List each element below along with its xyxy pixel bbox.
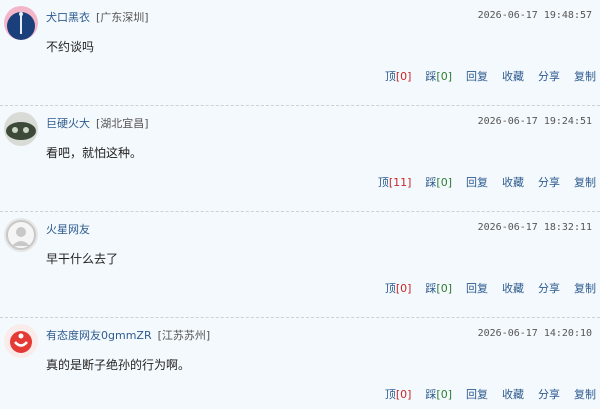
comment-content: 真的是断子绝孙的行为啊。: [46, 358, 191, 372]
comment-actions: 顶[0] 踩[0] 回复 收藏 分享 复制: [371, 386, 596, 402]
user-line: 火星网友: [46, 221, 96, 237]
upvote-count: [11]: [388, 176, 412, 189]
downvote-count: [0]: [436, 70, 452, 83]
comment-content: 看吧，就怕这种。: [46, 146, 143, 160]
upvote-count: [0]: [395, 70, 412, 83]
collect-button[interactable]: 收藏: [502, 386, 524, 402]
downvote-button[interactable]: 踩[0]: [425, 68, 452, 84]
comment-content: 不约谈吗: [46, 40, 95, 54]
photo-avatar-icon[interactable]: [4, 112, 38, 146]
default-user-avatar-icon[interactable]: [4, 218, 38, 252]
collect-button[interactable]: 收藏: [502, 174, 524, 190]
fisher-avatar-icon[interactable]: [4, 6, 38, 40]
comment-time: 2026-06-17 14:20:10: [477, 328, 592, 339]
user-line: 犬口黑衣 [广东深圳]: [46, 9, 149, 25]
downvote-button[interactable]: 踩[0]: [425, 280, 452, 296]
downvote-count: [0]: [436, 282, 452, 295]
reply-button[interactable]: 回复: [466, 174, 488, 190]
username-link[interactable]: 巨硬火大: [46, 117, 90, 130]
upvote-button[interactable]: 顶[0]: [385, 68, 412, 84]
user-line: 巨硬火大 [湖北宜昌]: [46, 115, 149, 131]
collect-button[interactable]: 收藏: [502, 280, 524, 296]
red-logo-avatar-icon[interactable]: [4, 324, 38, 358]
upvote-button[interactable]: 顶[0]: [385, 280, 412, 296]
share-button[interactable]: 分享: [538, 174, 560, 190]
comment-list: 犬口黑衣 [广东深圳] 2026-06-17 19:48:57 不约谈吗 顶[0]…: [0, 0, 600, 409]
comment-actions: 顶[0] 踩[0] 回复 收藏 分享 复制: [371, 68, 596, 84]
reply-button[interactable]: 回复: [466, 68, 488, 84]
copy-button[interactable]: 复制: [574, 280, 596, 296]
comment-item: 巨硬火大 [湖北宜昌] 2026-06-17 19:24:51 看吧，就怕这种。 …: [0, 106, 600, 212]
comment-time: 2026-06-17 19:24:51: [477, 116, 592, 127]
share-button[interactable]: 分享: [538, 280, 560, 296]
comment-time: 2026-06-17 19:48:57: [477, 10, 592, 21]
comment-actions: 顶[0] 踩[0] 回复 收藏 分享 复制: [371, 280, 596, 296]
username-link[interactable]: 犬口黑衣: [46, 11, 90, 24]
comment-time: 2026-06-17 18:32:11: [477, 222, 592, 233]
upvote-button[interactable]: 顶[11]: [378, 174, 412, 190]
share-button[interactable]: 分享: [538, 386, 560, 402]
user-location: [江苏苏州]: [157, 329, 211, 342]
comment-item: 犬口黑衣 [广东深圳] 2026-06-17 19:48:57 不约谈吗 顶[0]…: [0, 0, 600, 106]
copy-button[interactable]: 复制: [574, 386, 596, 402]
copy-button[interactable]: 复制: [574, 174, 596, 190]
upvote-button[interactable]: 顶[0]: [385, 386, 412, 402]
comment-item: 有态度网友0gmmZR [江苏苏州] 2026-06-17 14:20:10 真的…: [0, 318, 600, 409]
upvote-count: [0]: [395, 282, 412, 295]
comment-content: 早干什么去了: [46, 252, 119, 266]
username-link[interactable]: 有态度网友0gmmZR: [46, 329, 152, 342]
downvote-button[interactable]: 踩[0]: [425, 386, 452, 402]
username-link[interactable]: 火星网友: [46, 223, 90, 236]
reply-button[interactable]: 回复: [466, 280, 488, 296]
user-line: 有态度网友0gmmZR [江苏苏州]: [46, 327, 210, 343]
collect-button[interactable]: 收藏: [502, 68, 524, 84]
downvote-button[interactable]: 踩[0]: [425, 174, 452, 190]
downvote-count: [0]: [436, 176, 452, 189]
reply-button[interactable]: 回复: [466, 386, 488, 402]
share-button[interactable]: 分享: [538, 68, 560, 84]
copy-button[interactable]: 复制: [574, 68, 596, 84]
user-location: [湖北宜昌]: [96, 117, 149, 130]
comment-actions: 顶[11] 踩[0] 回复 收藏 分享 复制: [364, 174, 596, 190]
user-location: [广东深圳]: [96, 11, 149, 24]
upvote-count: [0]: [395, 388, 412, 401]
comment-item: 火星网友 2026-06-17 18:32:11 早干什么去了 顶[0] 踩[0…: [0, 212, 600, 318]
downvote-count: [0]: [436, 388, 452, 401]
